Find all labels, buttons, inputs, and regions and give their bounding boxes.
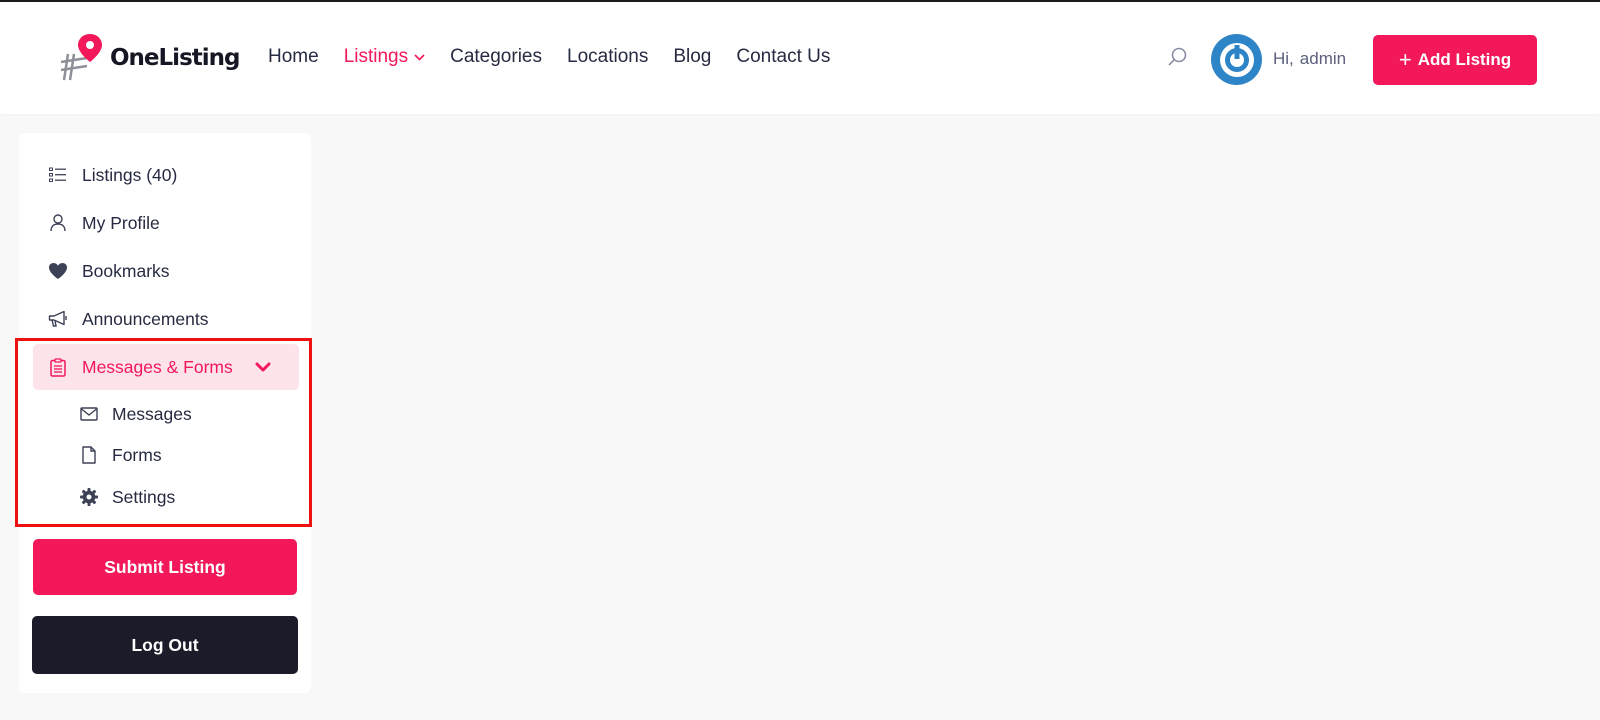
megaphone-icon — [47, 308, 69, 330]
clipboard-icon — [47, 356, 69, 378]
nav-label: Contact Us — [736, 46, 831, 67]
search-icon[interactable] — [1166, 46, 1188, 68]
sidebar-item-label: Messages & Forms — [82, 356, 233, 377]
nav-label: Categories — [450, 46, 542, 67]
log-out-label: Log Out — [131, 634, 199, 655]
sidebar-item-label: Bookmarks — [82, 260, 170, 281]
logo[interactable]: OneListing — [60, 32, 240, 84]
submenu-item-label: Messages — [112, 403, 192, 424]
sidebar-item-messages-forms[interactable]: Messages & Forms — [33, 344, 299, 390]
add-listing-label: Add Listing — [1417, 50, 1512, 69]
gear-icon — [78, 486, 100, 508]
heart-icon — [47, 260, 69, 282]
sidebar-item-bookmarks[interactable]: Bookmarks — [33, 248, 299, 294]
nav-label: Blog — [673, 46, 712, 67]
logo-text: OneListing — [110, 45, 240, 71]
submenu-item-label: Settings — [112, 486, 176, 507]
nav-home[interactable]: Home — [268, 46, 319, 68]
sidebar-item-label: My Profile — [82, 212, 160, 233]
add-listing-button[interactable]: + Add Listing — [1373, 35, 1537, 85]
submit-listing-button[interactable]: Submit Listing — [33, 539, 297, 595]
submenu-item-messages[interactable]: Messages — [78, 397, 192, 431]
site-header: OneListing Home Listings Categories Loca… — [0, 2, 1600, 114]
nav-contact-us[interactable]: Contact Us — [736, 46, 830, 68]
nav-label: Locations — [567, 46, 649, 67]
sidebar-item-listings[interactable]: Listings (40) — [33, 152, 299, 198]
avatar[interactable] — [1211, 34, 1262, 85]
greeting-text: Hi, — [1273, 49, 1294, 68]
nav-blog[interactable]: Blog — [673, 46, 711, 68]
sidebar-item-label: Announcements — [82, 308, 209, 329]
nav-listings[interactable]: Listings — [344, 46, 425, 68]
sidebar-item-announcements[interactable]: Announcements — [33, 296, 299, 342]
chevron-down-icon — [255, 362, 271, 373]
log-out-button[interactable]: Log Out — [32, 616, 298, 674]
sidebar-item-label: Listings (40) — [82, 164, 178, 185]
submenu-item-forms[interactable]: Forms — [78, 438, 162, 472]
main-nav: Home Listings Categories Locations Blog … — [268, 46, 855, 68]
map-pin-logo-icon — [60, 34, 102, 81]
list-icon — [47, 164, 69, 186]
envelope-icon — [78, 403, 100, 425]
nav-label: Listings — [343, 46, 409, 67]
nav-categories[interactable]: Categories — [450, 46, 542, 68]
submit-listing-label: Submit Listing — [104, 556, 226, 577]
nav-locations[interactable]: Locations — [567, 46, 648, 68]
submenu-item-settings[interactable]: Settings — [78, 480, 175, 514]
file-icon — [78, 444, 100, 466]
user-greeting[interactable]: Hi, admin — [1273, 49, 1346, 69]
chevron-down-icon — [414, 54, 425, 61]
sidebar-item-my-profile[interactable]: My Profile — [33, 200, 299, 246]
username: admin — [1299, 49, 1347, 68]
submenu-item-label: Forms — [112, 444, 162, 465]
nav-label: Home — [268, 46, 319, 67]
user-icon — [47, 212, 69, 234]
power-icon — [1219, 42, 1254, 77]
plus-icon: + — [1398, 47, 1412, 72]
